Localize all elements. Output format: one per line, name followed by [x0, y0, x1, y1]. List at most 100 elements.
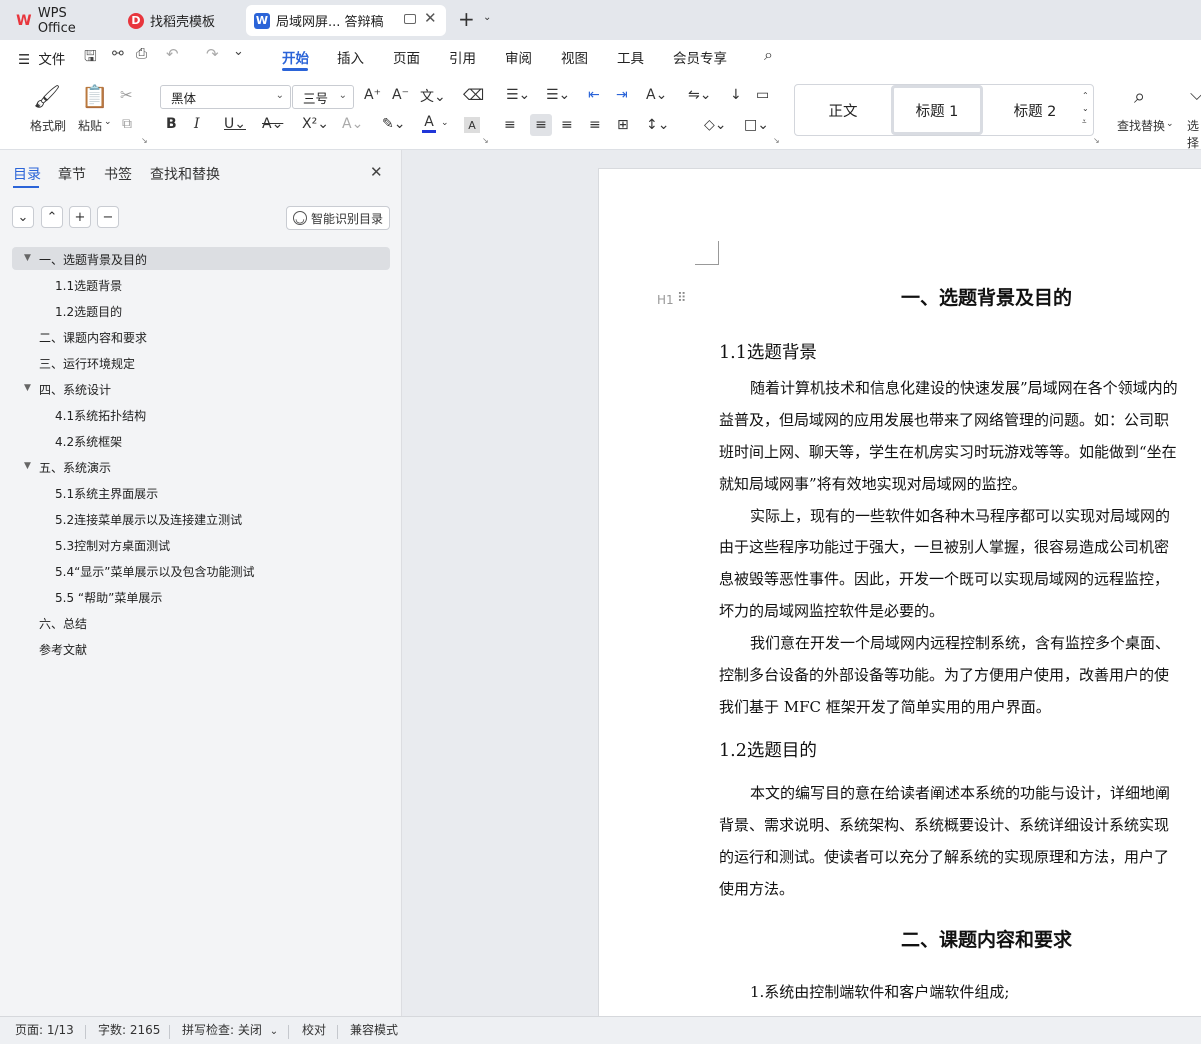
menu-tools[interactable]: 工具 — [617, 47, 644, 67]
paragraph-launcher-icon[interactable]: ↘ — [773, 136, 780, 145]
text-direction-icon[interactable]: A⌄ — [646, 87, 667, 103]
para-2-line-3[interactable]: 息被毁等恶性事件。因此，开发一个既可以实现局域网的远程监控， — [719, 568, 1169, 589]
para-3-line-1[interactable]: 我们意在开发一个局域网内远程控制系统，含有监控多个桌面、 — [750, 632, 1170, 653]
chevron-down-icon[interactable]: ⌄ — [104, 117, 112, 127]
toc-item[interactable]: 1.2选题目的 — [55, 299, 122, 323]
close-icon[interactable]: ✕ — [370, 163, 383, 181]
save-icon[interactable]: 🖫 — [84, 46, 97, 71]
toc-item[interactable]: 5.2连接菜单展示以及连接建立测试 — [55, 507, 242, 531]
cut-icon[interactable]: ✂ — [120, 86, 133, 104]
para-3-line-3[interactable]: 我们基于 MFC 框架开发了简单实用的用户界面。 — [719, 696, 1051, 717]
increase-indent-icon[interactable]: ⇥ — [616, 87, 628, 103]
phonetic-guide-icon[interactable]: 文⌄ — [420, 86, 446, 106]
styles-launcher-icon[interactable]: ↘ — [1093, 136, 1100, 145]
spell-check-toggle[interactable]: 拼写检查: 关闭 ⌄ — [182, 1021, 278, 1038]
borders-icon[interactable]: □⌄ — [744, 117, 769, 133]
font-size-select[interactable]: 三号 ⌄ — [292, 85, 354, 109]
toc-item[interactable]: 三、运行环境规定 — [39, 351, 135, 375]
para-3-line-2[interactable]: 控制多台设备的外部设备等功能。为了方便用户使用，改善用户的使 — [719, 664, 1169, 685]
chevron-down-icon[interactable]: ⌄ — [1166, 119, 1174, 129]
paste-label[interactable]: 粘贴 — [78, 117, 102, 134]
chevron-down-icon[interactable]: ⌄ — [483, 12, 491, 23]
para-4-line-3[interactable]: 的运行和测试。使读者可以充分了解系统的实现原理和方法，用户了 — [719, 846, 1169, 867]
word-count[interactable]: 字数: 2165 — [98, 1021, 160, 1038]
show-marks-icon[interactable]: ▭ — [756, 87, 769, 103]
superscript-icon[interactable]: X²⌄ — [302, 116, 329, 132]
para-4-line-1[interactable]: 本文的编写目的意在给读者阐述本系统的功能与设计，详细地阐 — [750, 782, 1170, 803]
toc-item[interactable]: 六、总结 — [39, 611, 87, 635]
heading-1-a[interactable]: 一、选题背景及目的 — [901, 283, 1072, 310]
collapse-all-button[interactable]: ⌃ — [41, 206, 63, 228]
undo-icon[interactable]: ↶ — [166, 45, 179, 63]
sort-az-icon[interactable]: ↓ — [730, 87, 742, 103]
page-indicator[interactable]: 页面: 1/13 — [15, 1021, 74, 1038]
proofread-button[interactable]: 校对 — [302, 1021, 326, 1038]
menu-review[interactable]: 审阅 — [505, 47, 532, 67]
close-tab-icon[interactable]: ✕ — [424, 9, 437, 27]
font-launcher-icon[interactable]: ↘ — [482, 136, 489, 145]
bullet-list-icon[interactable]: ☰⌄ — [506, 87, 530, 103]
window-icon[interactable] — [404, 14, 416, 24]
char-shading-icon[interactable]: A — [464, 117, 480, 133]
more-styles-icon[interactable]: ⩡ — [1082, 117, 1087, 127]
toc-item[interactable]: 5.4“显示”菜单展示以及包含功能测试 — [55, 559, 255, 583]
expand-all-button[interactable]: ⌄ — [12, 206, 34, 228]
font-color-icon[interactable]: A — [422, 114, 436, 133]
toc-item[interactable]: 四、系统设计 — [39, 377, 111, 401]
print-preview-icon[interactable]: ⎙ — [136, 46, 147, 62]
menu-page[interactable]: 页面 — [393, 47, 420, 67]
toc-item[interactable]: 五、系统演示 — [39, 455, 111, 479]
toc-item[interactable]: 1.1选题背景 — [55, 273, 122, 297]
style-heading-2[interactable]: 标题 2 — [991, 85, 1079, 135]
numbered-list-icon[interactable]: ☰⌄ — [546, 87, 570, 103]
chevron-down-icon[interactable]: ⌄ — [441, 118, 449, 128]
italic-icon[interactable]: I — [194, 116, 200, 132]
file-menu[interactable]: ☰ 文件 — [18, 48, 65, 68]
smart-toc-button[interactable]: ◡ 智能识别目录 — [286, 206, 390, 230]
document-page[interactable]: H1 ⠿ 一、选题背景及目的 1.1选题背景 随着计算机技术和信息化建设的快速发… — [598, 168, 1201, 1016]
clear-format-icon[interactable]: ⌫ — [463, 86, 484, 104]
share-icon[interactable]: ⚯ — [112, 46, 124, 62]
text-effect-icon[interactable]: A⌄ — [342, 116, 363, 132]
expand-arrow-icon[interactable]: ▼ — [24, 253, 31, 263]
para-2-line-2[interactable]: 由于这些程序功能过于强大，一旦被别人掌握，很容易造成公司机密 — [719, 536, 1169, 557]
justify-icon[interactable]: ≡ — [589, 117, 601, 133]
more-icon[interactable]: ⌄ — [233, 44, 244, 59]
expand-arrow-icon[interactable]: ▼ — [24, 383, 31, 393]
para-1-line-4[interactable]: 就知局域网事”将有效地实现对局域网的监控。 — [719, 473, 1027, 494]
highlight-icon[interactable]: ✎⌄ — [382, 116, 405, 132]
scroll-down-icon[interactable]: ⌄ — [1082, 104, 1089, 113]
toc-item[interactable]: 4.1系统拓扑结构 — [55, 403, 146, 427]
tab-document[interactable]: W 局域网屏... 答辩稿 ✕ — [246, 5, 446, 36]
find-replace-label[interactable]: 查找替换 — [1117, 117, 1165, 134]
tab-bookmarks[interactable]: 书签 — [104, 164, 132, 184]
select-label[interactable]: 选择 — [1187, 117, 1201, 151]
menu-references[interactable]: 引用 — [449, 47, 476, 67]
toc-item[interactable]: 4.2系统框架 — [55, 429, 122, 453]
line-spacing-icon[interactable]: ↕⌄ — [646, 117, 669, 133]
drag-handle-icon[interactable]: ⠿ — [677, 291, 687, 306]
scroll-up-icon[interactable]: ⌃ — [1082, 91, 1089, 100]
remove-heading-button[interactable]: − — [97, 206, 119, 228]
distributed-align-icon[interactable]: ⊞ — [617, 117, 629, 133]
align-left-icon[interactable]: ≡ — [504, 117, 516, 133]
para-5[interactable]: 1.系统由控制端软件和客户端软件组成; — [750, 981, 1009, 1002]
menu-view[interactable]: 视图 — [561, 47, 588, 67]
toc-item[interactable]: 参考文献 — [39, 637, 87, 661]
para-4-line-4[interactable]: 使用方法。 — [719, 878, 794, 899]
add-heading-button[interactable]: + — [69, 206, 91, 228]
toc-item[interactable]: 5.1系统主界面展示 — [55, 481, 158, 505]
tab-toc[interactable]: 目录 — [13, 164, 41, 184]
heading-2-b[interactable]: 1.2选题目的 — [719, 737, 817, 762]
para-2-line-1[interactable]: 实际上，现有的一些软件如各种木马程序都可以实现对局域网的 — [750, 505, 1170, 526]
shrink-font-icon[interactable]: A⁻ — [392, 87, 409, 103]
format-painter-label[interactable]: 格式刷 — [30, 117, 66, 134]
tab-chapters[interactable]: 章节 — [58, 164, 86, 184]
para-2-line-4[interactable]: 坏力的局域网监控软件是必要的。 — [719, 600, 944, 621]
style-normal[interactable]: 正文 — [803, 85, 883, 135]
toc-item[interactable]: 二、课题内容和要求 — [39, 325, 147, 349]
font-name-select[interactable]: 黑体 ⌄ — [160, 85, 291, 109]
align-right-icon[interactable]: ≡ — [561, 117, 573, 133]
para-1-line-2[interactable]: 益普及，但局域网的应用发展也带来了网络管理的问题。如：公司职 — [719, 409, 1169, 430]
para-1-line-3[interactable]: 班时间上网、聊天等，学生在机房实习时玩游戏等等。如能做到“坐在 — [719, 441, 1177, 462]
